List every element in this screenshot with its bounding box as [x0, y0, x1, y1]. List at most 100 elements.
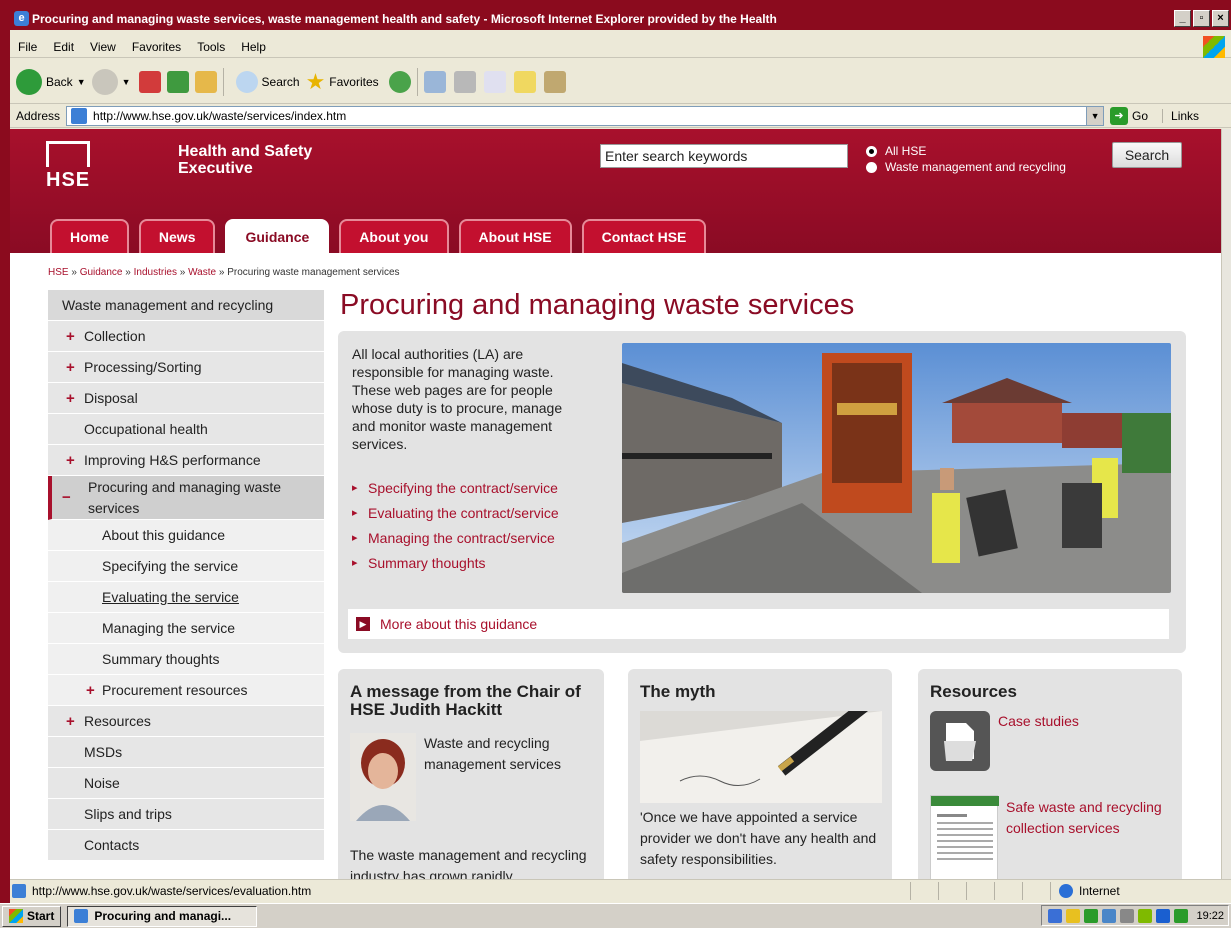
leftnav-subitem-procurement-resources[interactable]: + Procurement resources	[48, 675, 324, 706]
address-input[interactable]: http://www.hse.gov.uk/waste/services/ind…	[66, 105, 1105, 126]
leftnav-item-occupational-health[interactable]: Occupational health	[48, 414, 324, 445]
tray-clock-icon[interactable]	[1120, 908, 1135, 923]
web-page: HSE Health and Safety Executive Enter se…	[10, 129, 1221, 879]
leftnav-item-contacts[interactable]: Contacts	[48, 830, 324, 861]
tray-lock-icon[interactable]	[1066, 908, 1081, 923]
leftnav-item-msds[interactable]: MSDs	[48, 737, 324, 768]
search-input[interactable]: Enter search keywords	[600, 144, 848, 168]
home-icon[interactable]	[194, 70, 217, 93]
breadcrumb-guidance[interactable]: Guidance	[80, 267, 123, 278]
leftnav-item-improving[interactable]: + Improving H&S performance	[48, 445, 324, 476]
windows-flag-icon	[9, 909, 23, 923]
tray-leaf-icon[interactable]	[1138, 908, 1153, 923]
link-managing[interactable]: Managing the contract/service	[352, 526, 559, 551]
card-text: Waste and recycling management services	[424, 735, 561, 772]
breadcrumb: HSE » Guidance » Industries » Waste » Pr…	[48, 267, 400, 278]
chevron-down-icon: ▼	[76, 76, 86, 87]
link-specifying[interactable]: Specifying the contract/service	[352, 476, 559, 501]
leftnav-title[interactable]: Waste management and recycling	[48, 290, 324, 321]
tray-media-icon[interactable]	[1156, 908, 1171, 923]
tab-news[interactable]: News	[138, 219, 216, 253]
history-icon[interactable]	[388, 70, 411, 93]
signing-pen-image	[640, 698, 882, 803]
leftnav-subitem-managing[interactable]: Managing the service	[48, 613, 324, 644]
more-guidance-link[interactable]: ▶ More about this guidance	[348, 609, 1169, 639]
menu-view[interactable]: View	[82, 40, 124, 54]
leftnav-item-collection[interactable]: + Collection	[48, 321, 324, 352]
tab-home[interactable]: Home	[50, 219, 129, 253]
leftnav-subitem-evaluating[interactable]: Evaluating the service	[48, 582, 324, 613]
stop-icon[interactable]	[138, 70, 161, 93]
breadcrumb-industries[interactable]: Industries	[134, 267, 177, 278]
edit-icon[interactable]	[483, 70, 506, 93]
menu-file[interactable]: File	[10, 40, 45, 54]
radio-all-hse[interactable]: All HSE	[866, 143, 1066, 159]
page-title: Procuring and managing waste services	[340, 289, 855, 321]
arrow-right-icon: ▶	[356, 617, 370, 631]
taskbar: Start Procuring and managi... 19:22	[0, 903, 1231, 928]
tab-guidance[interactable]: Guidance	[225, 219, 330, 253]
tab-contact-hse[interactable]: Contact HSE	[581, 219, 707, 253]
radio-waste[interactable]: Waste management and recycling	[866, 159, 1066, 175]
star-icon: ★	[305, 68, 326, 94]
mail-icon[interactable]	[423, 70, 446, 93]
link-evaluating[interactable]: Evaluating the contract/service	[352, 501, 559, 526]
window-title: Procuring and managing waste services, w…	[32, 12, 777, 26]
print-icon[interactable]	[453, 70, 476, 93]
search-submit-button[interactable]: Search	[1112, 142, 1182, 168]
refresh-icon[interactable]	[166, 70, 189, 93]
tab-about-hse[interactable]: About HSE	[458, 219, 572, 253]
card-title: Resources	[930, 682, 1017, 701]
avatar	[350, 733, 416, 821]
menu-favorites[interactable]: Favorites	[124, 40, 189, 54]
leftnav-item-disposal[interactable]: + Disposal	[48, 383, 324, 414]
links-button[interactable]: Links	[1162, 108, 1199, 123]
page-icon	[71, 107, 88, 124]
leftnav-subitem-summary[interactable]: Summary thoughts	[48, 644, 324, 675]
menu-edit[interactable]: Edit	[45, 40, 82, 54]
tray-monitor-icon[interactable]	[1102, 908, 1117, 923]
breadcrumb-waste[interactable]: Waste	[188, 267, 216, 278]
tray-warning-icon[interactable]	[1174, 908, 1189, 923]
minimize-button[interactable]: _	[1174, 10, 1191, 27]
taskbar-item-ie[interactable]: Procuring and managi...	[67, 905, 258, 927]
close-button[interactable]: ×	[1212, 10, 1229, 27]
start-button[interactable]: Start	[2, 905, 62, 927]
maximize-button[interactable]: ▫	[1193, 10, 1210, 27]
expand-icon: +	[66, 327, 75, 345]
menu-tools[interactable]: Tools	[189, 40, 233, 54]
tab-about-you[interactable]: About you	[339, 219, 449, 253]
discuss-icon[interactable]	[513, 70, 536, 93]
case-studies-link[interactable]: Case studies	[998, 713, 1079, 729]
breadcrumb-hse[interactable]: HSE	[48, 267, 69, 278]
leftnav-item-noise[interactable]: Noise	[48, 768, 324, 799]
tray-app-icon[interactable]	[1048, 908, 1063, 923]
toolbar: Back ▼ ▼ Search ★ Favorites	[10, 60, 1231, 104]
address-dropdown-icon[interactable]: ▼	[1086, 106, 1104, 125]
forward-arrow-icon	[91, 68, 118, 95]
intro-text: All local authorities (LA) are responsib…	[352, 346, 563, 452]
link-summary[interactable]: Summary thoughts	[352, 551, 559, 576]
safe-collection-link[interactable]: Safe waste and recycling collection serv…	[1006, 797, 1176, 839]
search-button[interactable]: Search	[235, 70, 300, 93]
resources-card: Resources Case studies Safe waste and re…	[918, 669, 1182, 879]
go-label: Go	[1132, 108, 1149, 123]
vertical-scrollbar[interactable]	[1221, 129, 1231, 879]
leftnav-subitem-specifying[interactable]: Specifying the service	[48, 551, 324, 582]
hse-logo[interactable]: HSE	[46, 141, 90, 197]
tray-network-icon[interactable]	[1084, 908, 1099, 923]
back-button[interactable]: Back ▼	[16, 68, 86, 95]
leftnav-item-processing[interactable]: + Processing/Sorting	[48, 352, 324, 383]
leftnav-item-slips[interactable]: Slips and trips	[48, 799, 324, 830]
leftnav-item-procuring[interactable]: − Procuring and managing waste services	[48, 476, 324, 520]
leftnav-item-resources[interactable]: + Resources	[48, 706, 324, 737]
forward-button[interactable]: ▼	[91, 68, 131, 95]
search-icon	[235, 70, 258, 93]
menu-help[interactable]: Help	[233, 40, 274, 54]
go-button[interactable]: ➜ Go	[1110, 106, 1149, 125]
waste-collection-photo	[622, 343, 1171, 593]
ie-icon: e	[14, 11, 29, 26]
favorites-button[interactable]: ★ Favorites	[306, 69, 379, 95]
research-icon[interactable]	[543, 70, 566, 93]
leftnav-subitem-about[interactable]: About this guidance	[48, 520, 324, 551]
